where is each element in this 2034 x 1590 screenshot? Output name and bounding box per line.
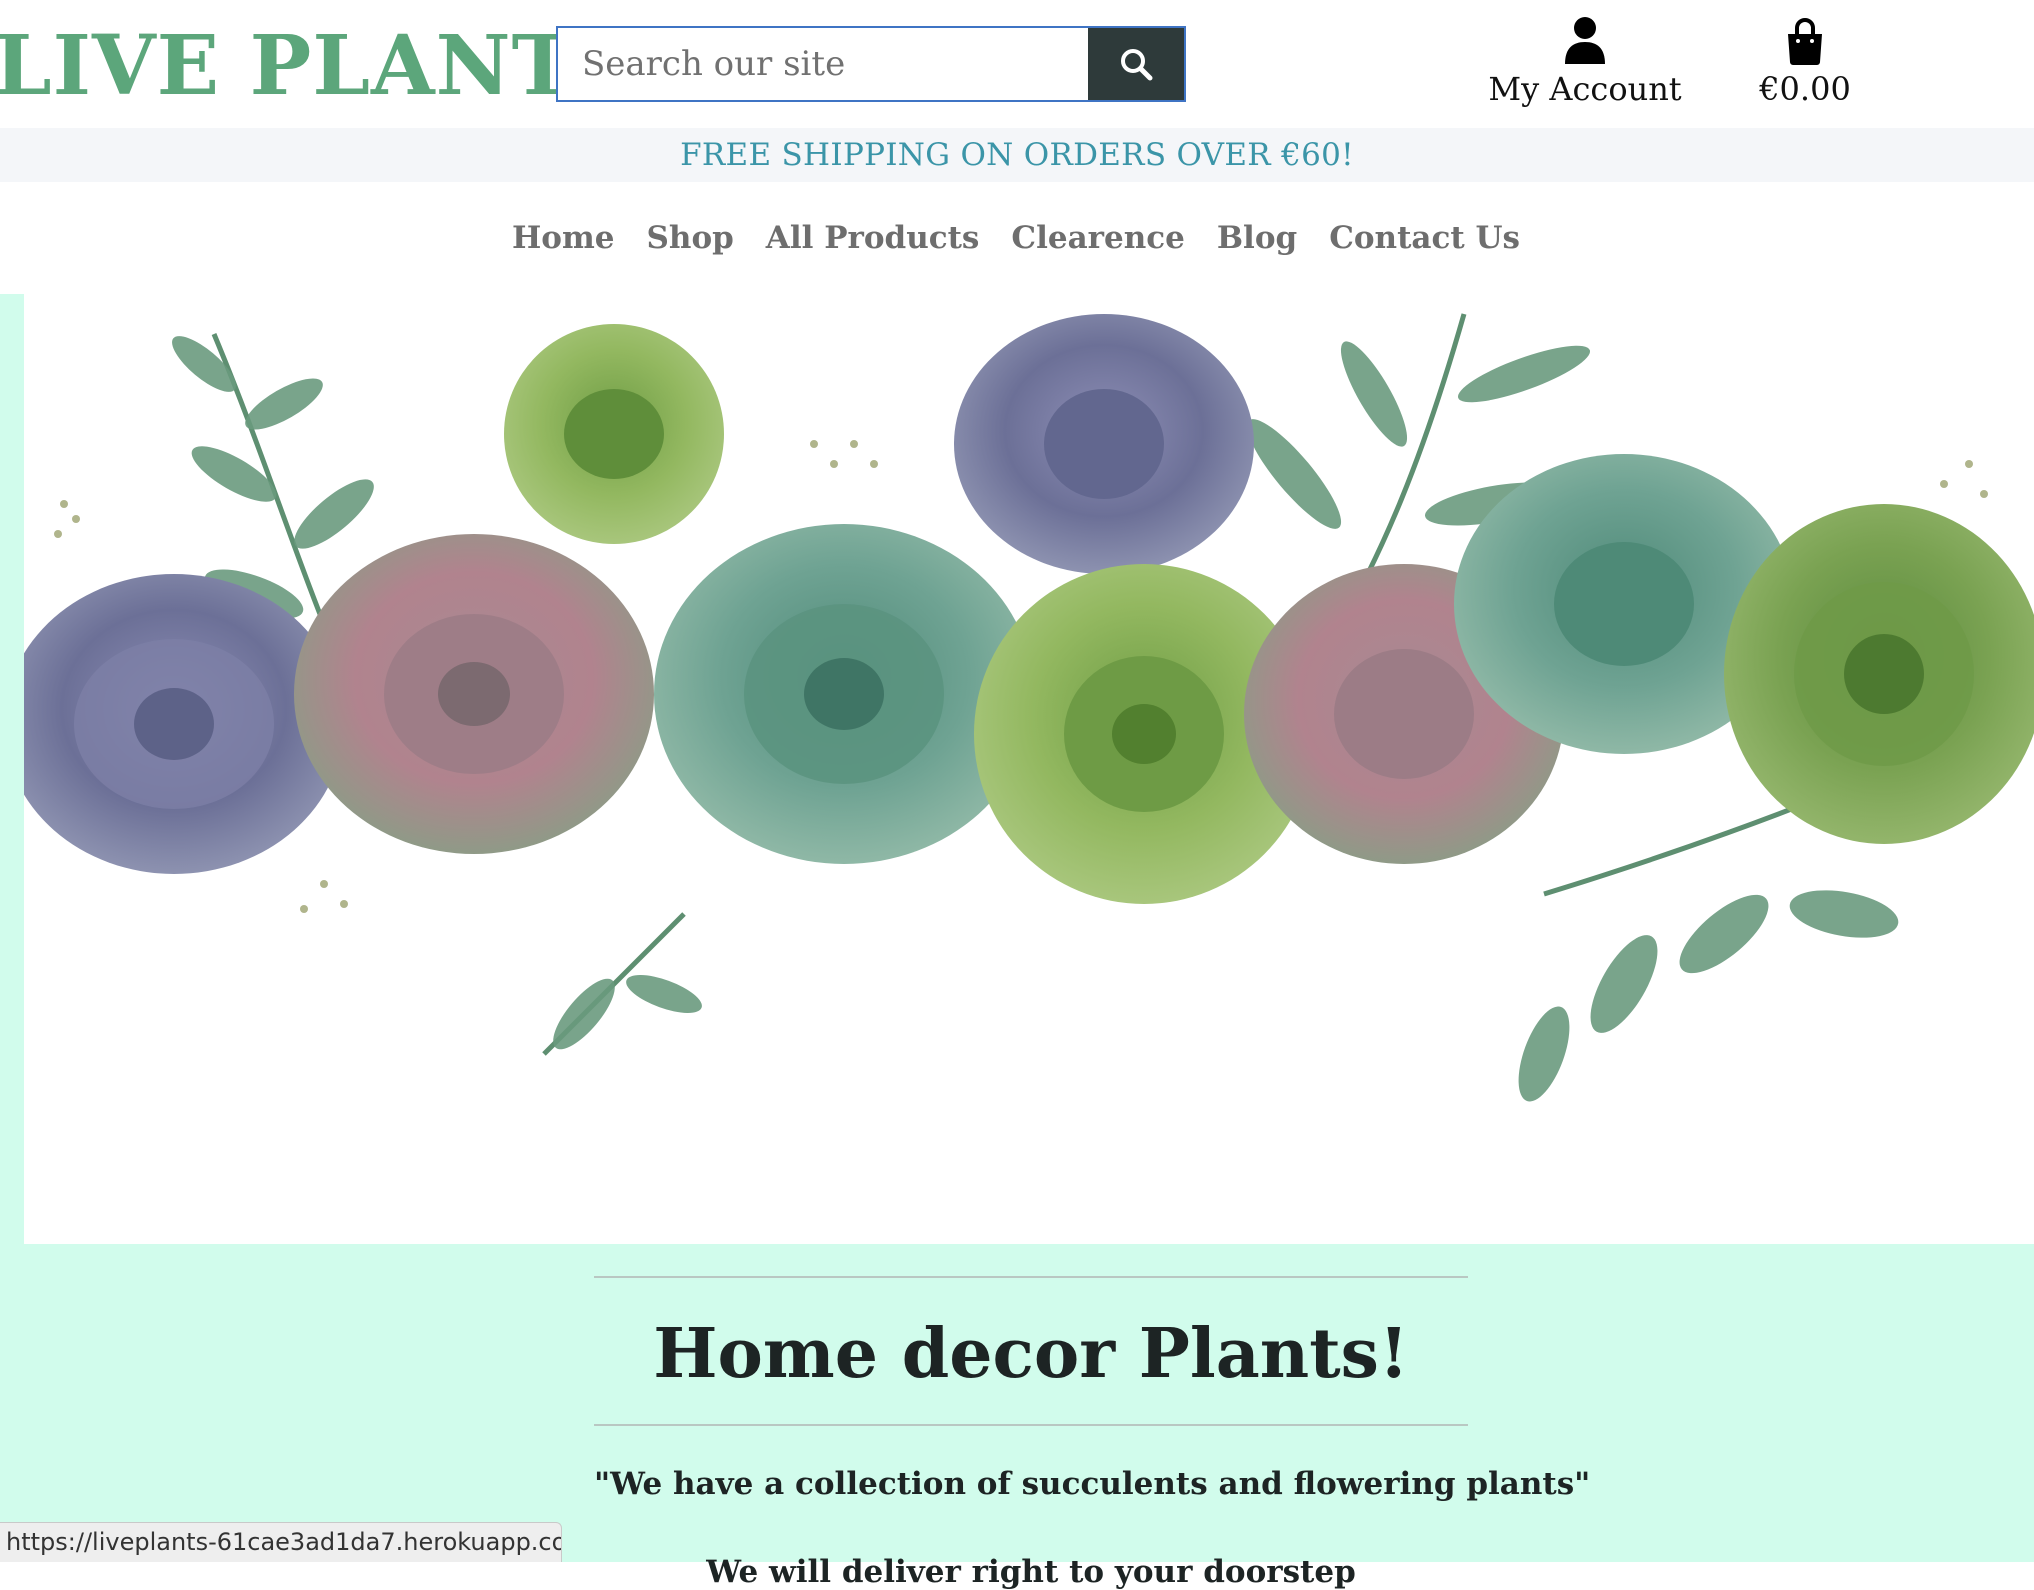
nav-contact-us[interactable]: Contact Us bbox=[1329, 220, 1520, 256]
nav-clearence[interactable]: Clearence bbox=[1011, 220, 1184, 256]
nav-blog[interactable]: Blog bbox=[1217, 220, 1297, 256]
hero-succulent-image bbox=[24, 294, 2034, 1244]
divider-top bbox=[594, 1276, 1468, 1278]
browser-status-url: https://liveplants-61cae3ad1da7.herokuap… bbox=[0, 1522, 562, 1562]
search-form bbox=[556, 26, 1186, 102]
my-account-label: My Account bbox=[1488, 70, 1682, 108]
intro-title: Home decor Plants! bbox=[653, 1314, 1409, 1394]
shopping-bag-link[interactable]: €0.00 bbox=[1740, 16, 1870, 108]
free-shipping-banner: FREE SHIPPING ON ORDERS OVER €60! bbox=[0, 128, 2034, 182]
user-icon bbox=[1565, 17, 1605, 64]
divider-bottom bbox=[594, 1424, 1468, 1426]
bag-total: €0.00 bbox=[1759, 70, 1851, 108]
site-header: LIVE PLANTS My Account €0.00 bbox=[0, 0, 2034, 128]
intro-subtitle: We will deliver right to your doorstep bbox=[706, 1554, 1356, 1590]
my-account-link[interactable]: My Account bbox=[1480, 16, 1690, 108]
shopping-bag-icon bbox=[1788, 18, 1822, 65]
nav-all-products[interactable]: All Products bbox=[766, 220, 980, 256]
intro-quote: "We have a collection of succulents and … bbox=[594, 1466, 1591, 1502]
search-button[interactable] bbox=[1088, 26, 1186, 102]
intro-section: Home decor Plants! "We have a collection… bbox=[594, 1276, 1591, 1590]
nav-shop[interactable]: Shop bbox=[647, 220, 734, 256]
nav-home[interactable]: Home bbox=[512, 220, 615, 256]
search-icon bbox=[1121, 49, 1153, 81]
site-logo[interactable]: LIVE PLANTS bbox=[0, 16, 634, 116]
main-nav: Home Shop All Products Clearence Blog Co… bbox=[0, 182, 2034, 294]
search-input[interactable] bbox=[556, 26, 1088, 102]
